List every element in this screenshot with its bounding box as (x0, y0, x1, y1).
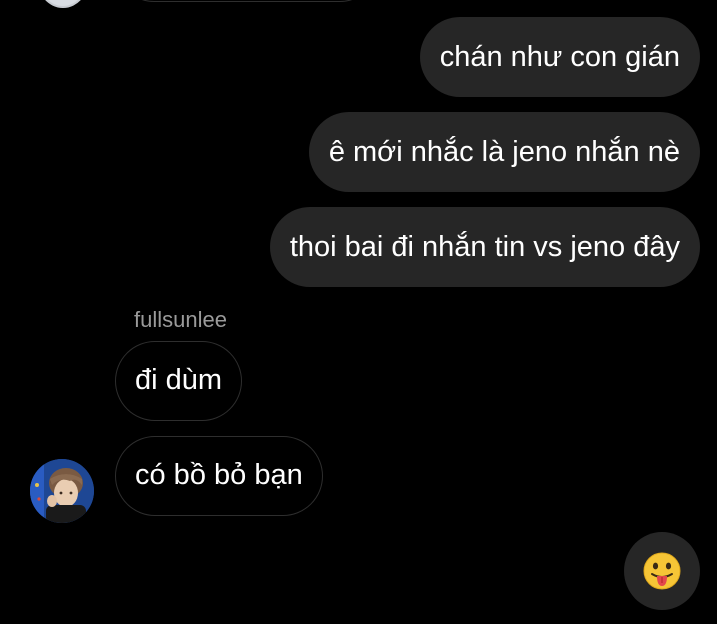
avatar-photo (30, 459, 94, 523)
sent-message-bubble[interactable]: thoi bai đi nhắn tin vs jeno đây (269, 207, 700, 287)
sender-name: fullsunlee (134, 307, 227, 332)
received-message-bubble[interactable]: đi dùm (115, 341, 243, 421)
sender-avatar[interactable] (30, 459, 94, 523)
received-message-bubble[interactable]: có bồ bỏ bạn (115, 436, 323, 516)
face-with-tongue-icon (643, 552, 681, 590)
quick-emoji-button[interactable] (624, 532, 700, 610)
previous-sender-avatar[interactable] (36, 0, 90, 8)
sent-message-bubble[interactable]: chán như con gián (419, 17, 700, 97)
sent-message-bubble[interactable]: ê mới nhắc là jeno nhắn nè (308, 112, 700, 192)
previous-message-bubble[interactable] (118, 0, 376, 2)
